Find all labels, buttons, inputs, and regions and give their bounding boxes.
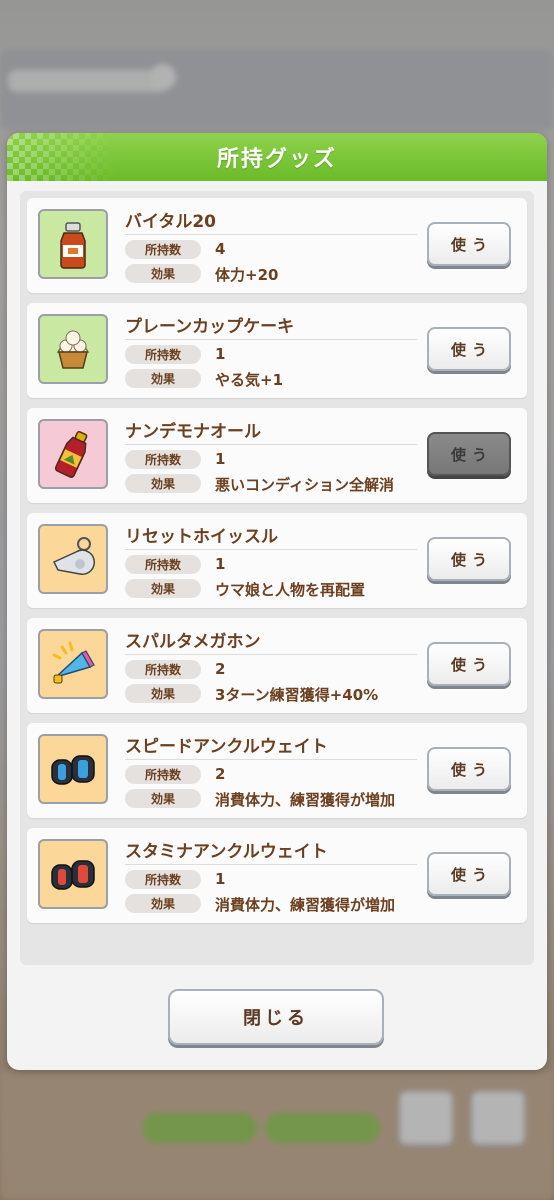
count-label: 所持数 [125,450,201,469]
effect-value: 体力+20 [215,266,279,284]
count-label: 所持数 [125,555,201,574]
count-value: 4 [215,240,226,258]
effect-value: 消費体力、練習獲得が増加 [215,896,396,914]
divider [125,654,417,655]
effect-label: 効果 [125,369,201,388]
ankle-weight-blue-icon [38,734,108,804]
effect-label: 効果 [125,684,201,703]
close-button[interactable]: 閉じる [168,989,384,1045]
effect-label: 効果 [125,474,201,493]
use-button[interactable]: 使う [427,222,511,266]
count-label: 所持数 [125,240,201,259]
effect-value: ウマ娘と人物を再配置 [215,581,366,599]
item-name: スパルタメガホン [125,632,261,652]
count-value: 1 [215,345,226,363]
effect-value: やる気+1 [215,371,284,389]
divider [125,234,417,235]
ankle-weight-red-icon [38,839,108,909]
count-value: 1 [215,450,226,468]
effect-label: 効果 [125,894,201,913]
list-item: バイタル20 所持数 4 効果 体力+20 使う [27,198,527,293]
divider [125,444,417,445]
count-label: 所持数 [125,870,201,889]
item-name: ナンデモナオール [125,422,261,442]
effect-value: 消費体力、練習獲得が増加 [215,791,396,809]
list-item: プレーンカップケーキ 所持数 1 効果 やる気+1 使う [27,303,527,398]
count-value: 1 [215,870,226,888]
count-value: 2 [215,765,226,783]
effect-label: 効果 [125,789,201,808]
use-button[interactable]: 使う [427,642,511,686]
divider [125,339,417,340]
owned-goods-dialog: 所持グッズ バイタル20 所持数 4 効果 体力+20 使う プレーンカップケー… [7,133,547,1070]
list-item: スパルタメガホン 所持数 2 効果 3ターン練習獲得+40% 使う [27,618,527,713]
use-button-disabled[interactable]: 使う [427,432,511,476]
energy-drink-icon [38,209,108,279]
count-value: 1 [215,555,226,573]
list-item: ナンデモナオール 所持数 1 効果 悪いコンディション全解消 使う [27,408,527,503]
megaphone-icon [38,629,108,699]
use-button[interactable]: 使う [427,537,511,581]
count-label: 所持数 [125,765,201,784]
item-list[interactable]: バイタル20 所持数 4 効果 体力+20 使う プレーンカップケーキ 所持数 … [20,191,534,965]
divider [125,864,417,865]
effect-label: 効果 [125,579,201,598]
count-label: 所持数 [125,660,201,679]
cupcake-icon [38,314,108,384]
whistle-icon [38,524,108,594]
item-name: スタミナアンクルウェイト [125,842,328,862]
item-name: リセットホイッスル [125,527,278,547]
use-button[interactable]: 使う [427,747,511,791]
dialog-header: 所持グッズ [7,133,547,181]
item-name: バイタル20 [125,212,216,232]
list-item: スタミナアンクルウェイト 所持数 1 効果 消費体力、練習獲得が増加 使う [27,828,527,923]
divider [125,759,417,760]
dialog-title: 所持グッズ [216,147,337,172]
list-item: スピードアンクルウェイト 所持数 2 効果 消費体力、練習獲得が増加 使う [27,723,527,818]
effect-label: 効果 [125,264,201,283]
count-value: 2 [215,660,226,678]
effect-value: 悪いコンディション全解消 [215,476,394,494]
use-button[interactable]: 使う [427,327,511,371]
list-item: リセットホイッスル 所持数 1 効果 ウマ娘と人物を再配置 使う [27,513,527,608]
item-name: スピードアンクルウェイト [125,737,328,757]
use-button[interactable]: 使う [427,852,511,896]
medicine-bottle-icon [38,419,108,489]
effect-value: 3ターン練習獲得+40% [215,686,379,704]
divider [125,549,417,550]
item-name: プレーンカップケーキ [125,317,295,337]
count-label: 所持数 [125,345,201,364]
